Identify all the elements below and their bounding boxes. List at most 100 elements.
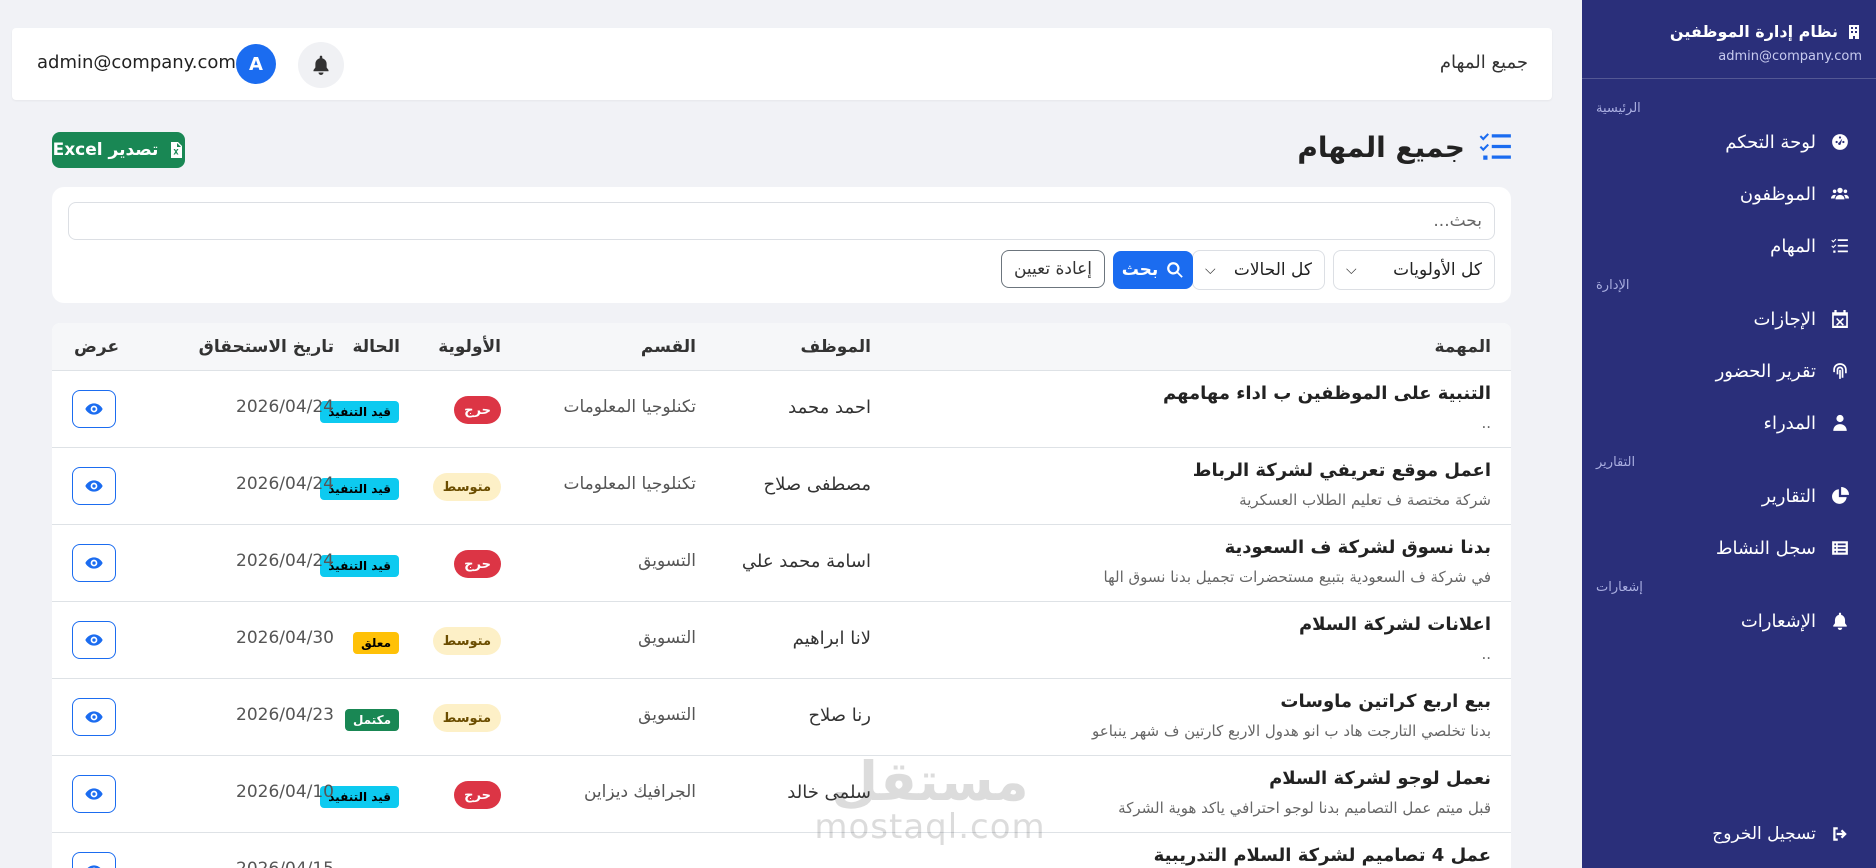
table-row: عمل 4 تصاميم لشركة السلام التدريبية2026/… [52, 833, 1511, 868]
task-title[interactable]: بيع اربع كراتين ماوسات [1280, 691, 1491, 712]
table-header: المهمة الموظف القسم الأولوية الحالة تاري… [52, 323, 1511, 371]
task-department: التسويق [638, 628, 696, 648]
table-row: نعمل لوجو لشركة السلام قبل ميتم عمل التصا… [52, 756, 1511, 833]
view-task-button[interactable] [72, 775, 116, 813]
search-icon [1166, 261, 1184, 279]
table-body: التنبية على الموظفين ب اداء مهامهم.. احمد… [52, 371, 1511, 868]
task-title[interactable]: اعمل موقع تعريفي لشركة الرباط [1193, 460, 1491, 481]
task-title[interactable]: التنبية على الموظفين ب اداء مهامهم [1163, 383, 1491, 404]
eye-icon [85, 400, 103, 418]
sidebar-item-label: لوحة التحكم [1725, 131, 1816, 153]
eye-icon [85, 862, 103, 868]
page-heading-text: جميع المهام [1297, 130, 1465, 164]
sidebar-item-attendance[interactable]: تقرير الحضور [1582, 345, 1876, 397]
view-task-button[interactable] [72, 852, 116, 868]
sidebar-item-dashboard[interactable]: لوحة التحكم [1582, 116, 1876, 168]
column-header-status: الحالة [352, 337, 400, 357]
users-icon [1830, 184, 1850, 204]
sidebar-item-activity[interactable]: سجل النشاط [1582, 522, 1876, 574]
search-input[interactable] [68, 202, 1495, 240]
page-breadcrumb-title: جميع المهام [1439, 52, 1528, 73]
sidebar-item-logout[interactable]: تسجيل الخروج [1712, 808, 1876, 860]
task-employee: رنا صلاح [808, 705, 871, 726]
sidebar: نظام إدارة الموظفين admin@company.com ال… [1582, 0, 1876, 868]
column-header-priority: الأولوية [438, 337, 501, 357]
brand-title: نظام إدارة الموظفين [1582, 22, 1862, 41]
eye-icon [85, 631, 103, 649]
avatar[interactable]: A [236, 44, 276, 84]
task-description: شركة مختصة ف تعليم الطلاب العسكرية [1239, 491, 1491, 509]
task-title[interactable]: نعمل لوجو لشركة السلام [1269, 768, 1491, 789]
file-excel-icon [168, 142, 184, 158]
view-task-button[interactable] [72, 698, 116, 736]
task-description: في شركة ف السعودية بتبيع مستحضرات تجميل … [1103, 568, 1491, 586]
user-email[interactable]: admin@company.com [37, 52, 236, 73]
view-task-button[interactable] [72, 467, 116, 505]
filter-card: كل الأولويات ⌵ كل الحالات ⌵ بحث إعادة تع… [52, 187, 1511, 303]
pie-chart-icon [1830, 486, 1850, 506]
status-select[interactable]: كل الحالات ⌵ [1192, 250, 1325, 290]
chevron-down-icon: ⌵ [1205, 262, 1216, 278]
sidebar-item-leaves[interactable]: الإجازات [1582, 293, 1876, 345]
export-excel-button[interactable]: تصدير Excel [52, 132, 185, 168]
calendar-x-icon [1830, 309, 1850, 329]
task-description: .. [1481, 645, 1491, 663]
status-badge: مكتمل [344, 709, 399, 731]
task-employee: احمد محمد [788, 397, 871, 418]
priority-select[interactable]: كل الأولويات ⌵ [1333, 250, 1495, 290]
notifications-button[interactable] [298, 42, 344, 88]
chevron-down-icon: ⌵ [1346, 262, 1357, 278]
sign-out-icon [1830, 824, 1850, 844]
column-header-department: القسم [640, 337, 696, 357]
sidebar-item-label: المهام [1770, 235, 1816, 257]
task-department: التسويق [638, 705, 696, 725]
view-task-button[interactable] [72, 390, 116, 428]
status-badge: معلق [353, 632, 399, 654]
section-label-main: الرئيسية [1596, 101, 1641, 116]
view-task-button[interactable] [72, 621, 116, 659]
sidebar-item-label: الإجازات [1753, 308, 1816, 330]
bell-icon [311, 55, 331, 75]
sidebar-item-reports[interactable]: التقارير [1582, 470, 1876, 522]
task-title[interactable]: عمل 4 تصاميم لشركة السلام التدريبية [1154, 845, 1491, 866]
table-row: بيع اربع كراتين ماوسات بدنا تخلصي التارجت… [52, 679, 1511, 756]
eye-icon [85, 477, 103, 495]
sidebar-brand: نظام إدارة الموظفين admin@company.com [1582, 0, 1876, 64]
priority-badge: متوسط [432, 704, 501, 732]
sidebar-item-notifications[interactable]: الإشعارات [1582, 595, 1876, 647]
sidebar-item-label: الإشعارات [1740, 610, 1816, 632]
task-employee: سلمى خالد [787, 782, 871, 803]
task-description: قبل ميتم عمل التصاميم بدنا لوجو احترافي … [1118, 799, 1491, 817]
task-department: التسويق [638, 551, 696, 571]
sidebar-item-tasks[interactable]: المهام [1582, 220, 1876, 272]
task-department: تكنلوجيا المعلومات [563, 397, 696, 417]
reset-button[interactable]: إعادة تعيين [1001, 250, 1105, 288]
view-task-button[interactable] [72, 544, 116, 582]
list-alt-icon [1830, 538, 1850, 558]
sidebar-item-managers[interactable]: المدراء [1582, 397, 1876, 449]
task-title[interactable]: بدنا نسوق لشركة ف السعودية [1225, 537, 1491, 558]
table-row: التنبية على الموظفين ب اداء مهامهم.. احمد… [52, 371, 1511, 448]
table-row: اعلانات لشركة السلام.. لانا ابراهيم التسوي… [52, 602, 1511, 679]
priority-badge: حرج [454, 781, 501, 809]
search-button[interactable]: بحث [1113, 251, 1193, 289]
gauge-icon [1830, 132, 1850, 152]
column-header-due-date: تاريخ الاستحقاق [198, 337, 334, 357]
building-icon [1846, 24, 1862, 40]
status-select-value: كل الحالات [1233, 260, 1312, 280]
priority-badge: حرج [454, 396, 501, 424]
task-title[interactable]: اعلانات لشركة السلام [1299, 614, 1491, 635]
priority-badge: حرج [454, 550, 501, 578]
sidebar-item-employees[interactable]: الموظفون [1582, 168, 1876, 220]
export-label: تصدير Excel [52, 140, 159, 160]
task-employee: لانا ابراهيم [792, 628, 871, 649]
eye-icon [85, 708, 103, 726]
sidebar-item-label: التقارير [1761, 485, 1816, 507]
brand-email: admin@company.com [1718, 49, 1862, 64]
eye-icon [85, 785, 103, 803]
table-row: اعمل موقع تعريفي لشركة الرباط شركة مختصة … [52, 448, 1511, 525]
priority-select-value: كل الأولويات [1393, 260, 1482, 280]
sidebar-item-label: المدراء [1763, 412, 1817, 434]
task-employee: اسامة محمد علي [741, 551, 871, 572]
eye-icon [85, 554, 103, 572]
